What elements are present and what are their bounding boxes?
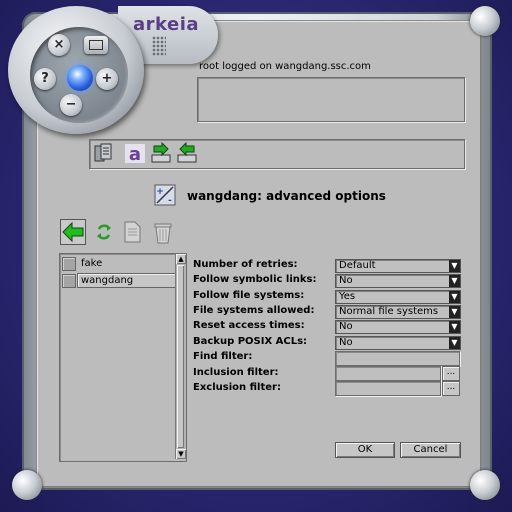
inclusion-filter-browse-button[interactable]: ... [442, 366, 460, 381]
host-label-selected[interactable]: wangdang [77, 273, 177, 288]
trash-icon[interactable] [150, 219, 176, 245]
svg-text:+: + [156, 187, 164, 197]
dropdown-arrow-icon[interactable]: ▼ [449, 321, 460, 333]
module-toolbar: a [89, 139, 465, 169]
add-icon[interactable]: + [96, 68, 118, 90]
inclusion-filter-label: Inclusion filter: [193, 367, 279, 378]
symlinks-label: Follow symbolic links: [193, 274, 317, 285]
find-filter-input[interactable] [335, 351, 460, 366]
corner-knob-bottom-left [12, 470, 42, 500]
advanced-options-icon: + - [154, 184, 176, 206]
host-checkbox[interactable] [62, 257, 76, 271]
close-icon[interactable]: × [48, 34, 70, 56]
dropdown-arrow-icon[interactable]: ▼ [449, 275, 460, 287]
host-list[interactable]: fake wangdang ▲ ▼ [59, 253, 187, 462]
fs-allowed-label: File systems allowed: [193, 305, 315, 316]
page-title: wangdang: advanced options [187, 189, 386, 203]
follow-fs-select[interactable]: Yes ▼ [335, 290, 461, 304]
brand-dots [152, 36, 166, 56]
symlinks-select[interactable]: No ▼ [335, 274, 461, 288]
find-filter-label: Find filter: [193, 351, 253, 362]
reset-atime-select[interactable]: No ▼ [335, 320, 461, 334]
retries-value: Default [339, 260, 376, 271]
follow-fs-value: Yes [339, 291, 356, 302]
host-list-scrollbar[interactable]: ▲ ▼ [175, 254, 186, 459]
list-item[interactable]: fake [62, 256, 174, 271]
brand-logo: arkeia [133, 14, 200, 35]
exclusion-filter-input[interactable] [335, 381, 441, 396]
dropdown-arrow-icon[interactable]: ▼ [449, 291, 460, 303]
symlinks-value: No [339, 275, 353, 286]
retries-select[interactable]: Default ▼ [335, 259, 461, 273]
corner-knob-top-right [470, 6, 500, 36]
scroll-down-icon[interactable]: ▼ [176, 449, 186, 459]
server-icon[interactable] [92, 142, 114, 164]
navigation-disc: × ? + − [8, 6, 144, 134]
exclusion-filter-label: Exclusion filter: [193, 382, 281, 393]
fs-allowed-select[interactable]: Normal file systems ▼ [335, 305, 461, 319]
scroll-thumb[interactable] [177, 265, 184, 448]
ok-button[interactable]: OK [335, 442, 395, 458]
follow-fs-label: Follow file systems: [193, 290, 305, 301]
dropdown-arrow-icon[interactable]: ▼ [449, 337, 460, 349]
minus-icon[interactable]: − [60, 94, 82, 116]
drive-transfer-icon[interactable] [150, 142, 172, 164]
arkeia-a-icon[interactable]: a [124, 142, 146, 164]
scroll-up-icon[interactable]: ▲ [176, 254, 186, 264]
reset-atime-label: Reset access times: [193, 320, 305, 331]
refresh-icon[interactable] [91, 219, 117, 245]
list-item[interactable]: wangdang [62, 273, 177, 288]
back-arrow-icon[interactable] [60, 219, 86, 245]
posix-acl-value: No [339, 337, 353, 348]
dropdown-arrow-icon[interactable]: ▼ [449, 260, 460, 272]
host-checkbox[interactable] [62, 274, 76, 288]
cancel-button[interactable]: Cancel [400, 442, 461, 458]
fs-allowed-value: Normal file systems [339, 306, 439, 317]
host-label[interactable]: fake [77, 256, 106, 271]
drive-restore-icon[interactable] [176, 142, 198, 164]
svg-text:-: - [168, 196, 172, 206]
dropdown-arrow-icon[interactable]: ▼ [449, 306, 460, 318]
posix-acl-select[interactable]: No ▼ [335, 336, 461, 350]
svg-text:a: a [129, 144, 141, 164]
message-box [197, 77, 465, 122]
new-document-icon[interactable] [119, 219, 145, 245]
window-icon-inner [89, 40, 103, 50]
window-icon[interactable] [84, 36, 108, 54]
login-status: root logged on wangdang.ssc.com [199, 61, 371, 72]
home-orb-icon[interactable] [67, 65, 93, 91]
posix-acl-label: Backup POSIX ACLs: [193, 336, 308, 347]
inclusion-filter-input[interactable] [335, 366, 441, 381]
retries-label: Number of retries: [193, 259, 298, 270]
exclusion-filter-browse-button[interactable]: ... [442, 381, 460, 396]
help-icon[interactable]: ? [34, 68, 56, 90]
corner-knob-bottom-right [470, 470, 500, 500]
reset-atime-value: No [339, 321, 353, 332]
